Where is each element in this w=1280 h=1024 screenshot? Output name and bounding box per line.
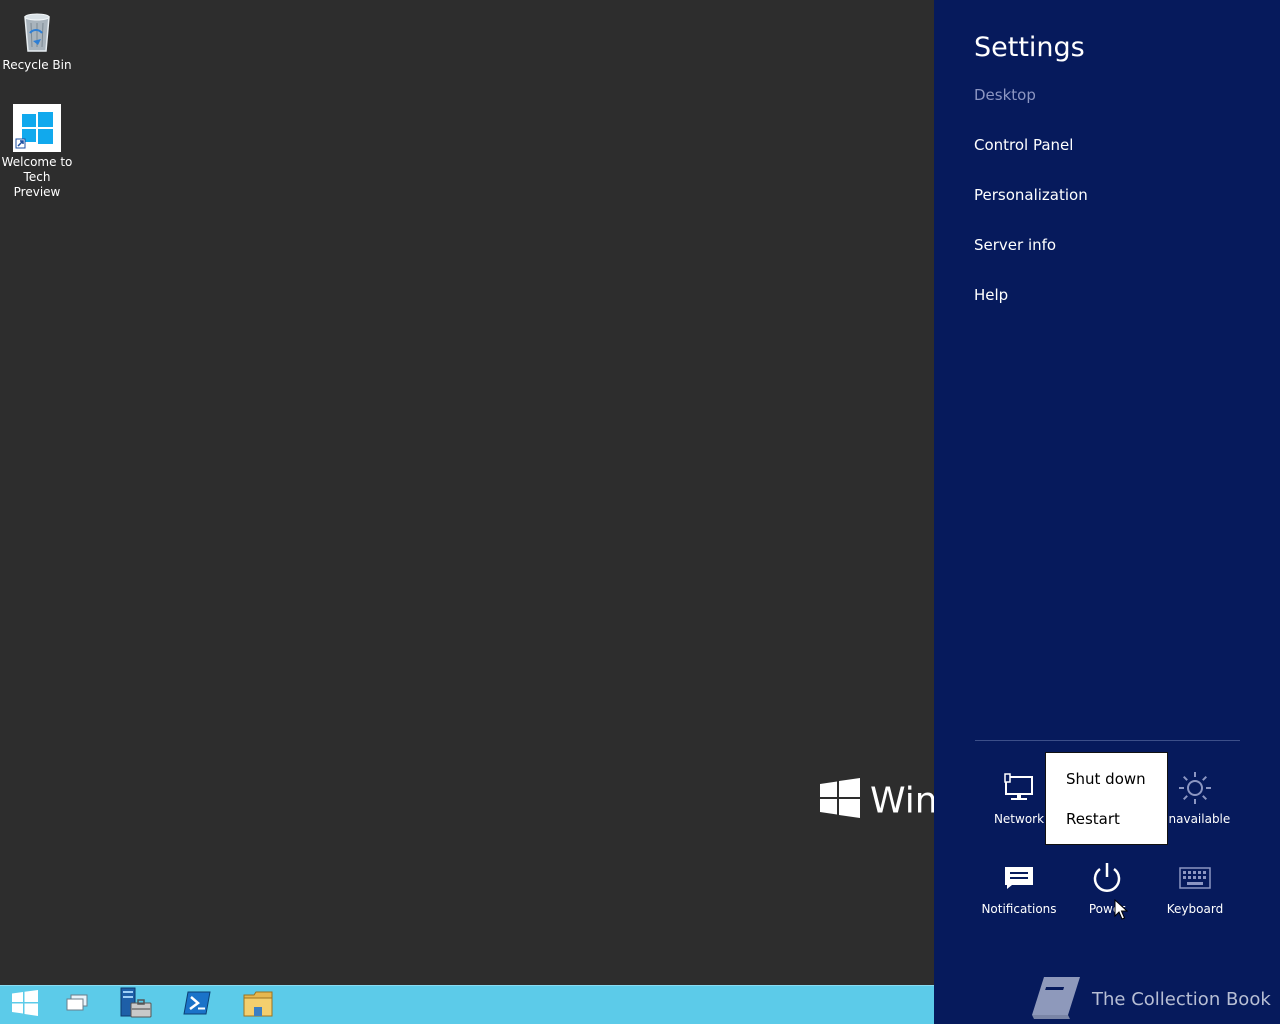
powershell-icon <box>183 991 211 1019</box>
start-icon <box>11 989 39 1021</box>
file-explorer-button[interactable] <box>235 988 281 1022</box>
recycle-bin-icon <box>13 7 61 55</box>
settings-charm: Settings Desktop Control Panel Personali… <box>934 0 1280 1024</box>
desktop-icon-recycle-bin[interactable]: Recycle Bin <box>0 7 74 73</box>
task-view-icon <box>65 993 89 1017</box>
power-icon <box>1087 860 1127 896</box>
tile-label: Notifications <box>981 902 1057 916</box>
charm-title: Settings <box>974 32 1085 63</box>
file-explorer-icon <box>243 989 273 1021</box>
notifications-icon <box>999 860 1039 896</box>
restart-option[interactable]: Restart <box>1066 810 1120 828</box>
keyboard-tile[interactable]: Keyboard <box>1150 860 1240 936</box>
link-help[interactable]: Help <box>974 286 1008 304</box>
link-personalization[interactable]: Personalization <box>974 186 1088 204</box>
link-control-panel[interactable]: Control Panel <box>974 136 1073 154</box>
windows-logo-icon <box>13 104 61 152</box>
brightness-icon <box>1175 770 1215 806</box>
link-server-info[interactable]: Server info <box>974 236 1056 254</box>
desktop-icon-label: Welcome to Tech Preview <box>1 155 73 199</box>
powershell-button[interactable] <box>174 988 220 1022</box>
mouse-cursor-icon <box>1114 898 1129 925</box>
desktop-icon-welcome[interactable]: Welcome to Tech Preview <box>0 104 74 200</box>
book-icon <box>1030 975 1082 1024</box>
network-icon <box>999 770 1039 806</box>
charm-divider <box>975 740 1240 741</box>
server-manager-button[interactable] <box>112 987 158 1023</box>
shut-down-option[interactable]: Shut down <box>1066 770 1146 788</box>
windows-logo-icon <box>820 778 860 818</box>
server-manager-icon <box>117 987 153 1023</box>
tile-label: Power <box>1088 902 1126 916</box>
windows-watermark: Windows <box>820 778 934 818</box>
power-menu: Shut down Restart <box>1045 752 1168 845</box>
power-tile[interactable]: Power <box>1062 860 1152 936</box>
desktop[interactable]: Recycle Bin Welcome to Tech Preview Wind… <box>0 0 934 985</box>
watermark-text: Windows <box>870 780 934 818</box>
notifications-tile[interactable]: Notifications <box>974 860 1064 936</box>
task-view-button[interactable] <box>54 988 100 1022</box>
brand-watermark: The Collection Book <box>1030 975 1271 1024</box>
keyboard-icon <box>1175 860 1215 896</box>
tile-label: Keyboard <box>1166 902 1224 916</box>
charm-context-label: Desktop <box>974 86 1036 104</box>
brand-text: The Collection Book <box>1092 989 1271 1010</box>
taskbar <box>0 985 934 1024</box>
start-button[interactable] <box>2 988 48 1022</box>
desktop-icon-label: Recycle Bin <box>2 58 72 72</box>
